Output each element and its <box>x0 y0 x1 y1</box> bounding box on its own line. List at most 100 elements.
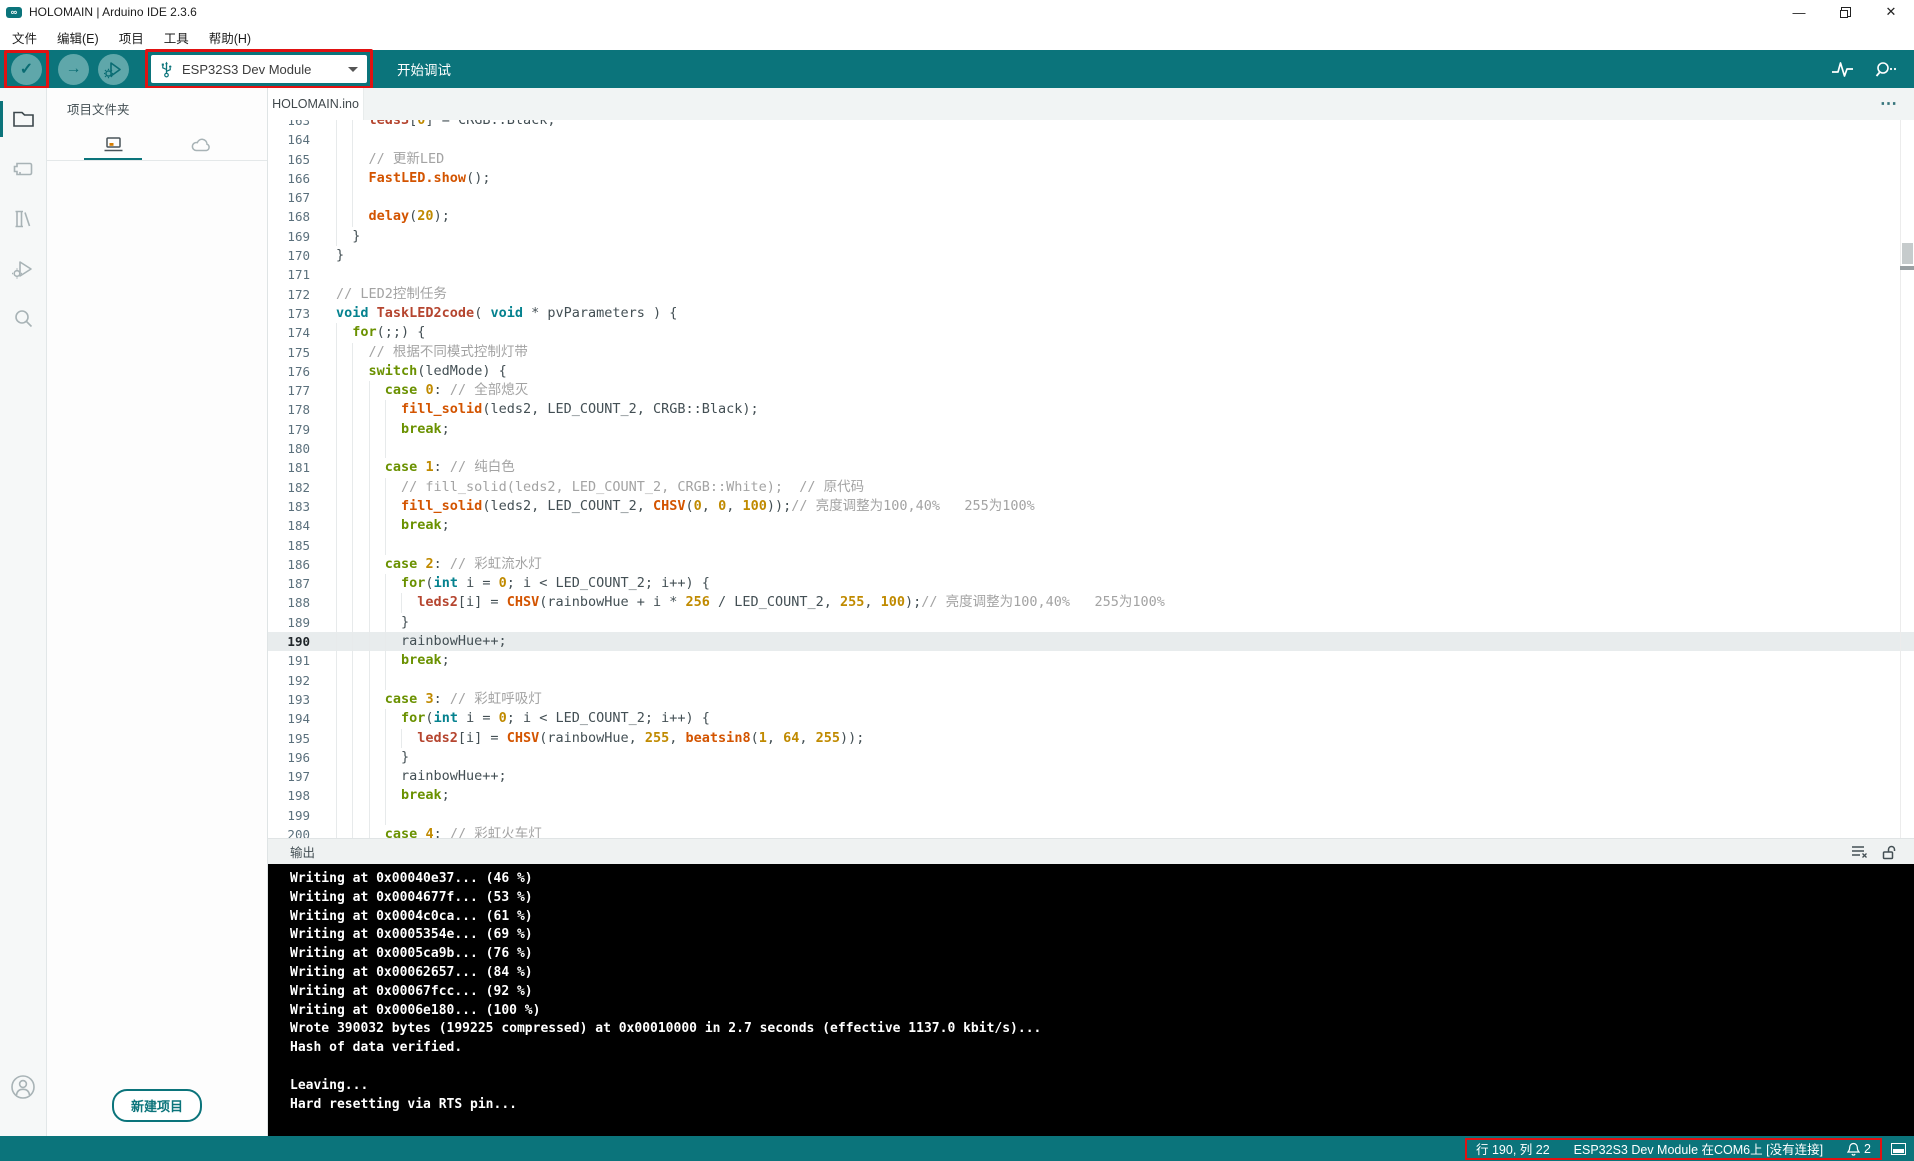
console-line: Writing at 0x0005354e... (69 %) <box>290 926 1914 945</box>
toggle-bottom-panel-icon[interactable] <box>1891 1143 1906 1155</box>
code-line[interactable]: 194 for(int i = 0; i < LED_COUNT_2; i++)… <box>268 709 1914 728</box>
sidebar-item-sketchbook[interactable] <box>0 94 47 144</box>
sidebar-item-library-manager[interactable] <box>0 194 47 244</box>
output-panel-header: 输出 <box>268 838 1914 864</box>
sidebar-item-boards-manager[interactable] <box>0 144 47 194</box>
code-line[interactable]: 172// LED2控制任务 <box>268 285 1914 304</box>
computer-icon <box>103 136 124 153</box>
annotation-box-board-selector: ESP32S3 Dev Module <box>145 49 373 89</box>
code-line[interactable]: 173void TaskLED2code( void * pvParameter… <box>268 304 1914 323</box>
code-line[interactable]: 179 break; <box>268 420 1914 439</box>
main-area: 项目文件夹 新建项目 HOLOMAIN.ino ⋯ 163 <box>0 88 1914 1136</box>
code-line[interactable]: 180 <box>268 439 1914 458</box>
code-line[interactable]: 175 // 根据不同模式控制灯带 <box>268 343 1914 362</box>
code-line[interactable]: 176 switch(ledMode) { <box>268 362 1914 381</box>
activity-rail <box>0 88 47 1136</box>
code-line[interactable]: 177 case 0: // 全部熄灭 <box>268 381 1914 400</box>
code-line[interactable]: 178 fill_solid(leds2, LED_COUNT_2, CRGB:… <box>268 400 1914 419</box>
code-line[interactable]: 170} <box>268 246 1914 265</box>
cursor-position[interactable]: 行 190, 列 22 <box>1476 1139 1550 1158</box>
new-sketch-button[interactable]: 新建项目 <box>112 1089 202 1122</box>
start-debug-label[interactable]: 开始调试 <box>397 59 451 79</box>
code-line[interactable]: 187 for(int i = 0; i < LED_COUNT_2; i++)… <box>268 574 1914 593</box>
code-line[interactable]: 186 case 2: // 彩虹流水灯 <box>268 555 1914 574</box>
sidebar-item-search[interactable] <box>0 294 47 344</box>
code-line[interactable]: 169 } <box>268 227 1914 246</box>
debug-button[interactable] <box>98 54 129 85</box>
status-bar: 行 190, 列 22 ESP32S3 Dev Module 在COM6上 [没… <box>0 1136 1914 1161</box>
menu-item[interactable]: 帮助(H) <box>199 24 261 50</box>
code-line[interactable]: 183 fill_solid(leds2, LED_COUNT_2, CHSV(… <box>268 497 1914 516</box>
code-line[interactable]: 190 rainbowHue++; <box>268 632 1914 651</box>
code-line[interactable]: 163 leds3[0] = CRGB::Black; <box>268 120 1914 130</box>
console-line: Hard resetting via RTS pin... <box>290 1096 1914 1115</box>
code-line[interactable]: 184 break; <box>268 516 1914 535</box>
sidebar-item-debug[interactable] <box>0 244 47 294</box>
code-line[interactable]: 164 <box>268 130 1914 149</box>
menu-item[interactable]: 项目 <box>109 24 154 50</box>
code-line[interactable]: 189 } <box>268 613 1914 632</box>
board-selector[interactable]: ESP32S3 Dev Module <box>151 55 367 83</box>
restore-icon <box>1840 7 1851 18</box>
output-console[interactable]: Writing at 0x00040e37... (46 %)Writing a… <box>268 864 1914 1136</box>
code-line[interactable]: 192 <box>268 671 1914 690</box>
code-line[interactable]: 196 } <box>268 748 1914 767</box>
console-line: Writing at 0x00040e37... (46 %) <box>290 870 1914 889</box>
console-line: Writing at 0x0006e180... (100 %) <box>290 1002 1914 1021</box>
board-connection-status[interactable]: ESP32S3 Dev Module 在COM6上 [没有连接] <box>1574 1139 1823 1158</box>
code-line[interactable]: 185 <box>268 536 1914 555</box>
code-line[interactable]: 174 for(;;) { <box>268 323 1914 342</box>
code-line[interactable]: 166 FastLED.show(); <box>268 169 1914 188</box>
code-line[interactable]: 188 leds2[i] = CHSV(rainbowHue + i * 256… <box>268 593 1914 612</box>
bell-icon <box>1847 1142 1860 1156</box>
code-line[interactable]: 165 // 更新LED <box>268 150 1914 169</box>
minimize-button[interactable]: — <box>1776 0 1822 24</box>
upload-button[interactable]: → <box>58 54 89 85</box>
close-button[interactable]: ✕ <box>1868 0 1914 24</box>
folder-icon <box>11 107 36 131</box>
code-editor[interactable]: 163 leds3[0] = CRGB::Black;164165 // 更新L… <box>268 120 1914 838</box>
scrollbar-track <box>1900 120 1901 838</box>
toolbar: ✓ → ESP32S3 Dev Module 开始调试 <box>0 50 1914 88</box>
tab-cloud-sketchbook[interactable] <box>172 131 230 160</box>
arduino-logo-icon: ∞ <box>6 7 22 18</box>
code-line[interactable]: 199 <box>268 806 1914 825</box>
code-line[interactable]: 167 <box>268 188 1914 207</box>
menu-item[interactable]: 工具 <box>154 24 199 50</box>
console-line: Writing at 0x00062657... (84 %) <box>290 964 1914 983</box>
debug-icon <box>11 257 36 281</box>
code-line[interactable]: 198 break; <box>268 786 1914 805</box>
code-line[interactable]: 181 case 1: // 纯白色 <box>268 458 1914 477</box>
tab-holomain-ino[interactable]: HOLOMAIN.ino <box>268 88 364 120</box>
code-line[interactable]: 168 delay(20); <box>268 207 1914 226</box>
console-line <box>290 1058 1914 1077</box>
sidebar-item-account[interactable] <box>0 1062 47 1112</box>
output-title: 输出 <box>290 842 315 861</box>
account-icon <box>10 1074 36 1100</box>
tab-local-sketchbook[interactable] <box>84 131 142 160</box>
notifications[interactable]: 2 <box>1847 1142 1871 1156</box>
unlock-scroll-icon[interactable] <box>1882 844 1898 860</box>
more-actions-icon[interactable]: ⋯ <box>1880 94 1914 114</box>
code-line[interactable]: 200 case 4: // 彩虹火车灯 <box>268 825 1914 838</box>
editor-column: HOLOMAIN.ino ⋯ 163 leds3[0] = CRGB::Blac… <box>268 88 1914 1136</box>
verify-button[interactable]: ✓ <box>11 54 42 85</box>
title-bar: ∞ HOLOMAIN | Arduino IDE 2.3.6 — ✕ <box>0 0 1914 24</box>
toolbar-right <box>1831 60 1914 78</box>
menu-item[interactable]: 文件 <box>2 24 47 50</box>
code-line[interactable]: 195 leds2[i] = CHSV(rainbowHue, 255, bea… <box>268 729 1914 748</box>
code-line[interactable]: 182 // fill_solid(leds2, LED_COUNT_2, CR… <box>268 478 1914 497</box>
clear-output-icon[interactable] <box>1851 844 1868 859</box>
scrollbar-thumb[interactable] <box>1902 243 1913 264</box>
serial-monitor-icon[interactable] <box>1874 60 1898 78</box>
console-line: Writing at 0x0004677f... (53 %) <box>290 889 1914 908</box>
serial-plotter-icon[interactable] <box>1831 60 1854 78</box>
code-line[interactable]: 191 break; <box>268 651 1914 670</box>
board-icon <box>11 157 36 181</box>
maximize-button[interactable] <box>1822 0 1868 24</box>
code-line[interactable]: 197 rainbowHue++; <box>268 767 1914 786</box>
menu-item[interactable]: 编辑(E) <box>47 24 109 50</box>
code-line[interactable]: 193 case 3: // 彩虹呼吸灯 <box>268 690 1914 709</box>
sketchbook-header: 项目文件夹 <box>47 88 267 118</box>
code-line[interactable]: 171 <box>268 265 1914 284</box>
